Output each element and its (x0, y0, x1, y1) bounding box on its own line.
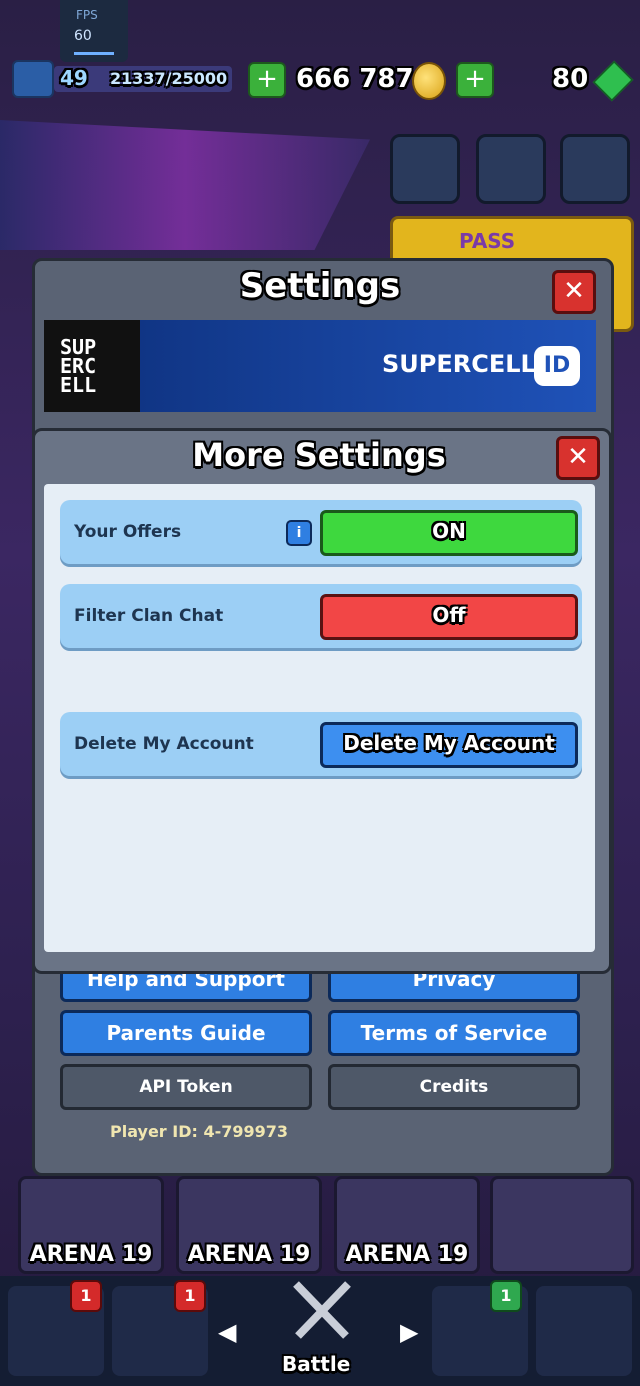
gem-count: 80 (552, 64, 589, 94)
fps-label: FPS (76, 8, 98, 22)
supercell-id-badge: ID (534, 346, 580, 386)
api-token-button[interactable]: API Token (60, 1064, 312, 1110)
your-offers-row: Your Offers i ON (60, 500, 582, 564)
notification-badge: 1 (174, 1280, 206, 1312)
gem-icon (592, 60, 634, 102)
filter-clan-chat-label: Filter Clan Chat (74, 606, 224, 626)
parents-guide-button[interactable]: Parents Guide (60, 1010, 312, 1056)
delete-account-label: Delete My Account (74, 734, 254, 754)
arena-label: ARENA 19 (29, 1242, 153, 1267)
battle-label: Battle (282, 1352, 351, 1376)
notification-badge: 1 (490, 1280, 522, 1312)
friends-icon[interactable] (390, 134, 460, 204)
supercell-id-text: SUPERCELL (382, 350, 536, 378)
fps-value: 60 (74, 28, 92, 44)
delete-account-row: Delete My Account Delete My Account (60, 712, 582, 776)
clan-icon[interactable] (476, 134, 546, 204)
supercell-logo-text: SUP ERC ELL (60, 335, 97, 397)
chest-slot[interactable]: ARENA 19 (18, 1176, 164, 1274)
player-id: Player ID: 4-799973 (110, 1122, 289, 1141)
filter-clan-chat-row: Filter Clan Chat Off (60, 584, 582, 648)
chest-slot[interactable]: ARENA 19 (334, 1176, 480, 1274)
close-icon: ✕ (567, 442, 589, 472)
delete-account-button[interactable]: Delete My Account (320, 722, 578, 768)
menu-icon[interactable] (560, 134, 630, 204)
your-offers-toggle[interactable]: ON (320, 510, 578, 556)
arena-label: ARENA 19 (187, 1242, 311, 1267)
nav-right-arrow-icon[interactable]: ▶ (400, 1318, 418, 1346)
resource-bar: 49 21337/25000 + 666 787 + 80 (0, 58, 640, 102)
settings-close-button[interactable]: ✕ (552, 270, 596, 314)
more-settings-title: More Settings (192, 436, 446, 474)
close-icon: ✕ (563, 276, 585, 306)
your-offers-label: Your Offers (74, 522, 182, 542)
fps-counter: FPS 60 (60, 0, 128, 62)
pass-label: PASS (459, 229, 516, 253)
more-settings-close-button[interactable]: ✕ (556, 436, 600, 480)
nav-events[interactable] (536, 1286, 632, 1376)
chest-slot[interactable]: ARENA 19 (176, 1176, 322, 1274)
nav-clan[interactable]: 1 (432, 1280, 528, 1376)
nav-left-arrow-icon[interactable]: ◀ (218, 1318, 236, 1346)
terms-of-service-button[interactable]: Terms of Service (328, 1010, 580, 1056)
credits-button[interactable]: Credits (328, 1064, 580, 1110)
supercell-logo: SUP ERC ELL (44, 320, 140, 412)
add-gems-button[interactable]: + (456, 62, 494, 98)
nav-cards[interactable]: 1 (112, 1280, 208, 1376)
add-gold-button[interactable]: + (248, 62, 286, 98)
gold-coin-icon (412, 62, 446, 100)
level-crown-icon[interactable] (12, 60, 54, 98)
info-icon[interactable]: i (286, 520, 312, 546)
notification-badge: 1 (70, 1280, 102, 1312)
arena-label: ARENA 19 (345, 1242, 469, 1267)
player-level: 49 (60, 66, 88, 90)
filter-clan-chat-toggle[interactable]: Off (320, 594, 578, 640)
crossed-swords-icon[interactable] (286, 1276, 358, 1346)
xp-progress: 21337/25000 (110, 69, 228, 88)
chest-slot-empty[interactable] (490, 1176, 634, 1274)
event-banner[interactable] (0, 120, 370, 250)
fps-bar (74, 52, 114, 55)
gold-count: 666 787 (296, 64, 414, 94)
settings-title: Settings (239, 266, 401, 306)
xp-bar: 49 21337/25000 (54, 66, 232, 92)
nav-shop[interactable]: 1 (8, 1280, 104, 1376)
